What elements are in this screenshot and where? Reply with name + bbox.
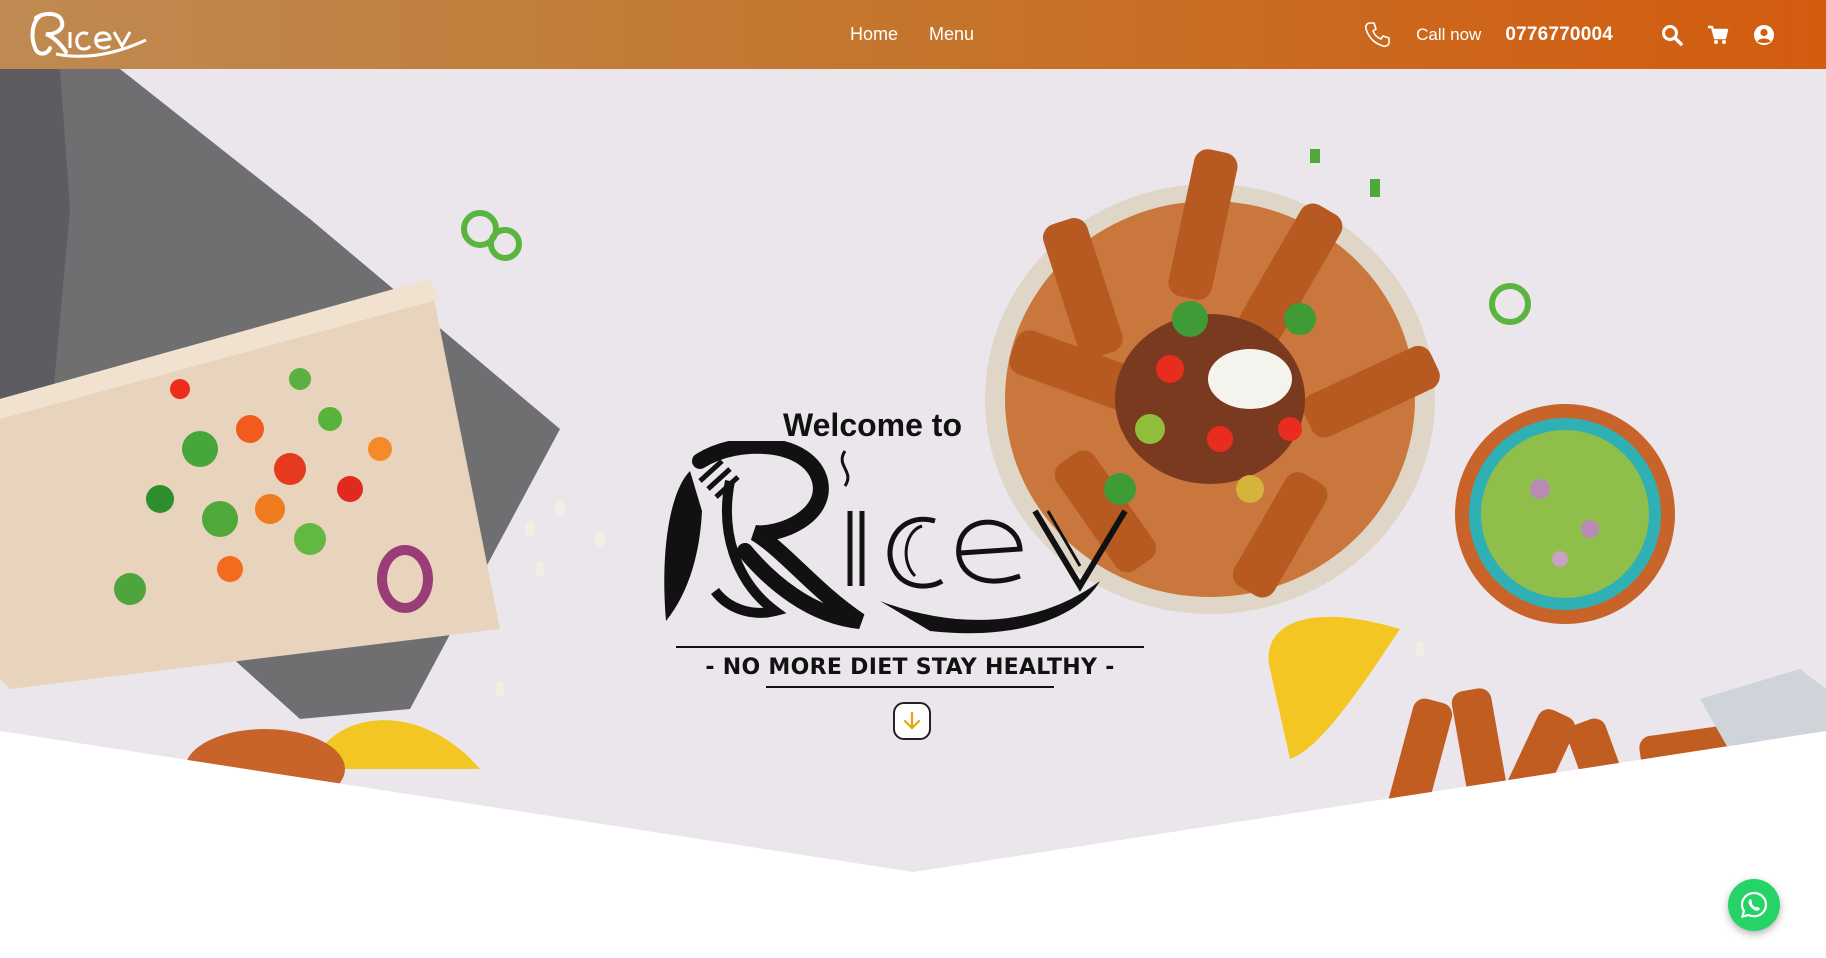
- search-icon[interactable]: [1660, 23, 1684, 47]
- whatsapp-chat-button[interactable]: [1728, 879, 1780, 931]
- hero-ricey-logo: [664, 441, 1128, 634]
- hero-content: Welcome to - NO MORE DIET STAY HEALTHY -: [0, 69, 1826, 872]
- whatsapp-icon: [1740, 891, 1768, 919]
- tagline-bottom-rule: [766, 686, 1054, 688]
- scroll-down-button[interactable]: [893, 702, 931, 740]
- cart-icon[interactable]: [1706, 23, 1730, 47]
- contact-area: Call now 0776770004: [1362, 0, 1776, 69]
- nav-link-home[interactable]: Home: [850, 24, 898, 45]
- main-nav: Home Menu: [850, 0, 974, 69]
- call-now-label: Call now: [1416, 24, 1482, 44]
- nav-link-menu[interactable]: Menu: [929, 24, 974, 45]
- phone-icon: [1362, 20, 1392, 50]
- tagline-text: - NO MORE DIET STAY HEALTHY -: [705, 655, 1115, 680]
- welcome-heading: Welcome to: [783, 407, 962, 443]
- top-navbar: Home Menu Call now 0776770004: [0, 0, 1826, 69]
- arrow-down-icon: [903, 711, 921, 730]
- brand-logo[interactable]: [26, 8, 151, 60]
- tagline-block: - NO MORE DIET STAY HEALTHY -: [676, 646, 1144, 688]
- user-account-icon[interactable]: [1752, 23, 1776, 47]
- phone-number-link[interactable]: 0776770004: [1505, 24, 1613, 46]
- hero-section: Welcome to - NO MORE DIET STAY HEALTHY -: [0, 69, 1826, 872]
